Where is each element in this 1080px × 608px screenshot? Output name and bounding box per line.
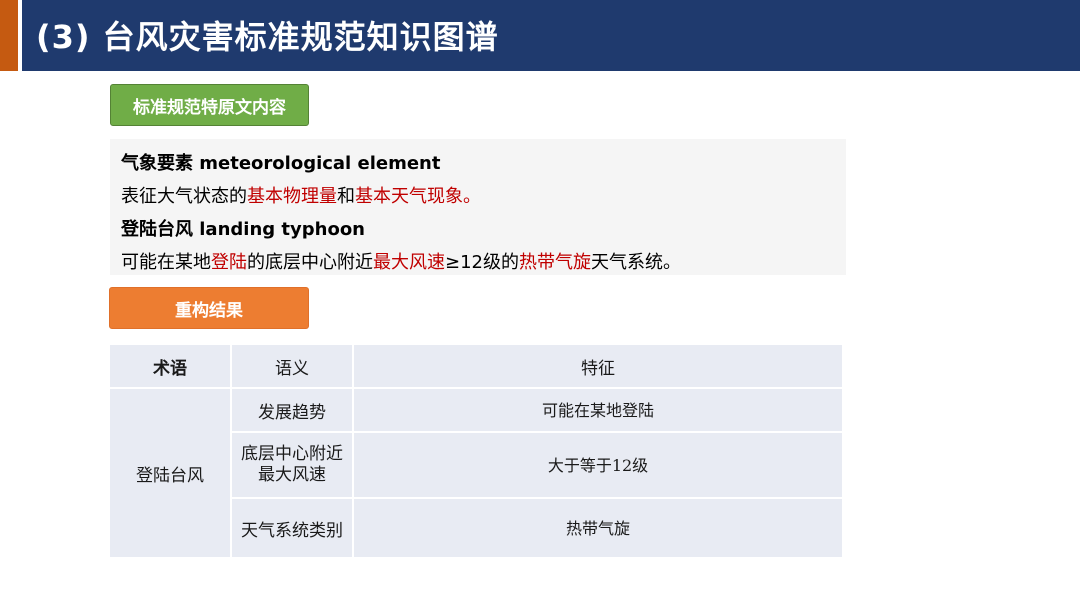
definition-meteorological-element: 表征大气状态的基本物理量和基本天气现象。 (121, 186, 481, 207)
original-text-box: 气象要素 meteorological element 表征大气状态的基本物理量… (110, 139, 846, 275)
feature-cell: 可能在某地登陆 (354, 389, 842, 431)
page-title: (3) 台风灾害标准规范知识图谱 (36, 18, 499, 56)
feature-cell: 大于等于12级 (354, 433, 842, 497)
semantic-cell: 底层中心附近 最大风速 (232, 433, 352, 497)
definition-landing-typhoon: 可能在某地登陆的底层中心附近最大风速≥12级的热带气旋天气系统。 (121, 252, 681, 273)
result-label: 重构结果 (109, 287, 309, 329)
feature-cell: 热带气旋 (354, 499, 842, 557)
header-term: 术语 (110, 345, 230, 387)
result-table: 术语 语义 特征 登陆台风 发展趋势 可能在某地登陆 底层中心附近 最大风速 大… (110, 345, 842, 557)
term-cell: 登陆台风 (110, 389, 230, 557)
original-text-label: 标准规范特原文内容 (110, 84, 309, 126)
header-bar: (3) 台风灾害标准规范知识图谱 (22, 0, 1080, 71)
header-semantic: 语义 (232, 345, 352, 387)
term-landing-typhoon: 登陆台风 landing typhoon (121, 219, 366, 240)
semantic-cell: 天气系统类别 (232, 499, 352, 557)
semantic-cell: 发展趋势 (232, 389, 352, 431)
header-feature: 特征 (354, 345, 842, 387)
header-accent-bar (0, 0, 18, 71)
term-meteorological-element: 气象要素 meteorological element (121, 153, 441, 174)
